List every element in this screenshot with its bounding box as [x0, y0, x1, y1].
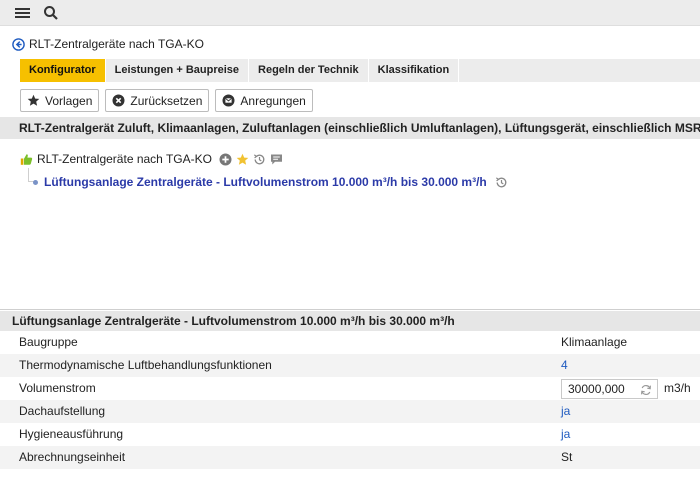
add-circle-icon[interactable]	[219, 153, 232, 166]
property-label: Dachaufstellung	[19, 404, 106, 418]
zuruecksetzen-button[interactable]: Zurücksetzen	[105, 89, 210, 112]
back-link[interactable]: RLT-Zentralgeräte nach TGA-KO	[12, 36, 204, 52]
tab-regeln-der-technik[interactable]: Regeln der Technik	[249, 59, 369, 82]
property-label: Thermodynamische Luftbehandlungsfunktion…	[19, 358, 272, 372]
volumenstrom-unit: m3/h	[664, 381, 691, 395]
product-description: RLT-Zentralgerät Zuluft, Klimaanlagen, Z…	[0, 117, 700, 139]
star-icon	[27, 94, 40, 107]
history-icon[interactable]	[253, 153, 266, 166]
envelope-circle-icon	[222, 94, 235, 107]
panel-divider	[0, 309, 700, 310]
tab-konfigurator[interactable]: Konfigurator	[20, 59, 106, 82]
anregungen-button[interactable]: Anregungen	[215, 89, 313, 112]
refresh-icon[interactable]	[640, 383, 652, 396]
tab-leistungen-baupreise[interactable]: Leistungen + Baupreise	[106, 59, 250, 82]
anregungen-label: Anregungen	[240, 93, 306, 108]
property-label: Baugruppe	[19, 335, 78, 349]
volumenstrom-value: 30000,000	[568, 382, 625, 396]
tab-bar: Konfigurator Leistungen + Baupreise Rege…	[20, 59, 700, 82]
tree-root-label: RLT-Zentralgeräte nach TGA-KO	[37, 152, 212, 166]
property-value: Klimaanlage	[561, 335, 628, 349]
reset-x-circle-icon	[112, 94, 125, 107]
vorlagen-label: Vorlagen	[45, 93, 93, 108]
property-label: Volumenstrom	[19, 381, 96, 395]
hamburger-menu-icon[interactable]	[14, 4, 32, 22]
property-row-dachaufstellung: Dachaufstellung ja	[0, 400, 700, 423]
property-label: Abrechnungseinheit	[19, 450, 126, 464]
tree-root-item[interactable]: RLT-Zentralgeräte nach TGA-KO	[20, 151, 283, 167]
back-link-label: RLT-Zentralgeräte nach TGA-KO	[29, 37, 204, 51]
property-value-link[interactable]: ja	[561, 423, 570, 446]
property-value-link[interactable]: ja	[561, 400, 570, 423]
tree-child-label: Lüftungsanlage Zentralgeräte - Luftvolum…	[44, 175, 487, 189]
property-label: Hygieneausführung	[19, 427, 124, 441]
configuration-tree: RLT-Zentralgeräte nach TGA-KO Lüftungsan…	[20, 151, 507, 189]
search-icon[interactable]	[42, 4, 60, 22]
action-toolbar: Vorlagen Zurücksetzen Anregungen	[20, 89, 313, 113]
property-row-baugruppe: Baugruppe Klimaanlage	[0, 331, 700, 354]
star-icon[interactable]	[236, 153, 249, 166]
comment-icon[interactable]	[270, 153, 283, 166]
property-row-luftbehandlung: Thermodynamische Luftbehandlungsfunktion…	[0, 354, 700, 377]
properties-table: Baugruppe Klimaanlage Thermodynamische L…	[0, 331, 700, 469]
property-row-hygiene: Hygieneausführung ja	[0, 423, 700, 446]
property-value: St	[561, 450, 573, 464]
property-row-volumenstrom: Volumenstrom 30000,000 m3/h	[0, 377, 700, 400]
volumenstrom-input[interactable]: 30000,000	[561, 379, 658, 399]
history-icon[interactable]	[495, 176, 508, 189]
tab-klassifikation[interactable]: Klassifikation	[369, 59, 460, 82]
back-arrow-icon	[12, 37, 25, 51]
vorlagen-button[interactable]: Vorlagen	[20, 89, 100, 112]
tree-child-item[interactable]: Lüftungsanlage Zentralgeräte - Luftvolum…	[33, 175, 508, 189]
properties-title: Lüftungsanlage Zentralgeräte - Luftvolum…	[0, 311, 700, 331]
zuruecksetzen-label: Zurücksetzen	[130, 93, 203, 108]
top-toolbar	[0, 0, 700, 26]
property-row-abrechnungseinheit: Abrechnungseinheit St	[0, 446, 700, 469]
thumbs-up-icon	[20, 153, 33, 166]
property-value-link[interactable]: 4	[561, 354, 568, 377]
bullet-icon	[33, 179, 38, 185]
